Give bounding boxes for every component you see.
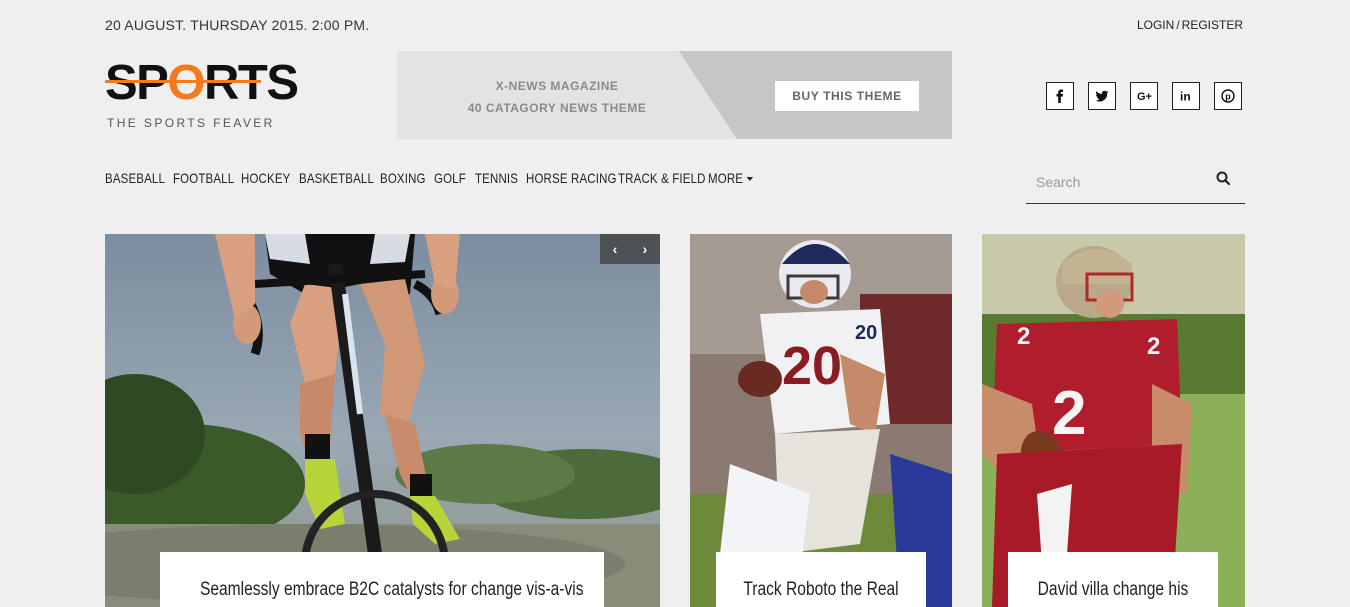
pinterest-button[interactable]: p — [1214, 82, 1242, 110]
header-banner-ad: X-NEWS MAGAZINE 40 CATAGORY NEWS THEME B… — [397, 51, 952, 139]
date-text: 20 AUGUST. THURSDAY 2015. 2:00 PM. — [105, 17, 370, 33]
featured-slide-card[interactable]: Seamlessly embrace B2C catalysts for cha… — [105, 234, 660, 607]
news-card[interactable]: 20 20 Track Roboto the Real — [690, 234, 952, 607]
card-title: David villa change his — [1037, 579, 1189, 600]
card-caption[interactable]: Track Roboto the Real — [716, 552, 926, 607]
social-links: G+ in p — [1046, 82, 1242, 110]
nav-more-label: MORE — [708, 170, 744, 186]
logo-strike-line — [105, 80, 261, 83]
twitter-button[interactable] — [1088, 82, 1116, 110]
logo-tagline: THE SPORTS FEAVER — [107, 116, 275, 130]
nav-item-golf[interactable]: GOLF — [434, 170, 466, 186]
svg-text:G+: G+ — [1137, 91, 1152, 103]
nav-item-more[interactable]: MORE — [708, 170, 753, 186]
chevron-right-icon: › — [642, 241, 648, 257]
svg-text:2: 2 — [1052, 379, 1086, 448]
facebook-icon — [1056, 89, 1063, 103]
nav-item-track-field[interactable]: TRACK & FIELD — [618, 170, 706, 186]
nav-item-football[interactable]: FOOTBALL — [173, 170, 234, 186]
caret-down-icon — [746, 177, 753, 182]
twitter-icon — [1095, 90, 1109, 102]
auth-links: LOGIN / REGISTER — [1137, 18, 1243, 32]
banner-subtitle: 40 CATAGORY NEWS THEME — [467, 101, 647, 115]
svg-text:2: 2 — [1017, 323, 1030, 350]
slider-controls: ‹ › — [600, 234, 660, 264]
nav-item-hockey[interactable]: HOCKEY — [241, 170, 290, 186]
login-link[interactable]: LOGIN — [1137, 18, 1174, 32]
google-plus-icon: G+ — [1137, 91, 1152, 103]
pinterest-icon: p — [1221, 89, 1235, 103]
linkedin-button[interactable]: in — [1172, 82, 1200, 110]
card-caption[interactable]: David villa change his — [1008, 552, 1218, 607]
svg-text:2: 2 — [1147, 333, 1160, 360]
svg-text:in: in — [1180, 90, 1191, 104]
banner-title: X-NEWS MAGAZINE — [495, 79, 619, 93]
slider-prev-button[interactable]: ‹ — [600, 234, 630, 264]
card-title: Seamlessly embrace B2C catalysts for cha… — [199, 579, 584, 600]
site-logo[interactable]: SPORTS THE SPORTS FEAVER — [105, 58, 299, 133]
svg-text:20: 20 — [855, 322, 877, 344]
slider-next-button[interactable]: › — [630, 234, 660, 264]
card-caption[interactable]: Seamlessly embrace B2C catalysts for cha… — [160, 552, 604, 607]
facebook-button[interactable] — [1046, 82, 1074, 110]
logo-wordmark: SPORTS — [105, 56, 299, 110]
chevron-left-icon: ‹ — [612, 241, 618, 257]
nav-item-basketball[interactable]: BASKETBALL — [299, 170, 374, 186]
linkedin-icon: in — [1180, 90, 1191, 104]
news-card[interactable]: 2 2 2 David villa change his — [982, 234, 1245, 607]
main-nav: BASEBALL FOOTBALL HOCKEY BASKETBALL BOXI… — [105, 170, 768, 188]
banner-left-panel — [397, 51, 737, 139]
nav-item-horse-racing[interactable]: HORSE RACING — [526, 170, 617, 186]
register-link[interactable]: REGISTER — [1182, 18, 1243, 32]
card-title: Track Roboto the Real — [743, 579, 899, 600]
nav-item-tennis[interactable]: TENNIS — [475, 170, 518, 186]
search-icon[interactable] — [1215, 170, 1233, 188]
google-plus-button[interactable]: G+ — [1130, 82, 1158, 110]
search-input[interactable] — [1036, 168, 1206, 196]
nav-item-baseball[interactable]: BASEBALL — [105, 170, 165, 186]
nav-item-boxing[interactable]: BOXING — [380, 170, 426, 186]
svg-text:p: p — [1225, 92, 1231, 102]
auth-separator: / — [1176, 18, 1180, 32]
buy-theme-button[interactable]: BUY THIS THEME — [775, 81, 919, 111]
svg-text:20: 20 — [782, 336, 842, 396]
search-box — [1026, 162, 1245, 204]
